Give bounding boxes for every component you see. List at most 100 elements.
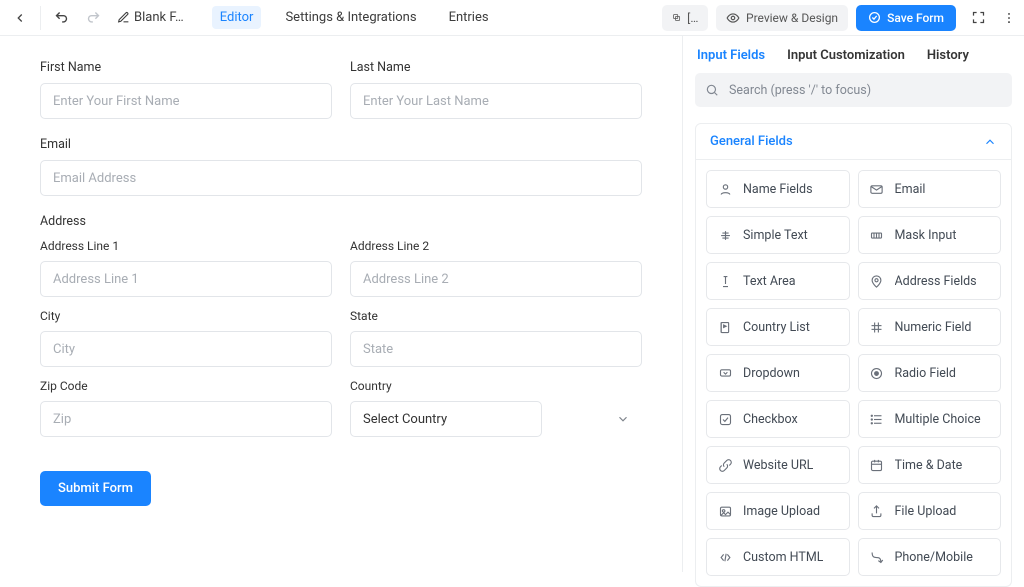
field-label: Checkbox — [743, 412, 798, 427]
addr1-label: Address Line 1 — [40, 239, 332, 253]
field-tile[interactable]: Phone/Mobile — [858, 538, 1002, 576]
field-tile[interactable]: Image Upload — [706, 492, 850, 530]
field-tile[interactable]: Radio Field — [858, 354, 1002, 392]
field-tile[interactable]: Checkbox — [706, 400, 850, 438]
check-circle-icon — [868, 11, 881, 24]
field-tile[interactable]: Time & Date — [858, 446, 1002, 484]
first-name-input[interactable] — [40, 83, 332, 119]
field-tile[interactable]: Dropdown — [706, 354, 850, 392]
chevron-up-icon — [983, 135, 997, 149]
field-tile[interactable]: Mask Input — [858, 216, 1002, 254]
last-name-input[interactable] — [350, 83, 642, 119]
field-label: Numeric Field — [895, 320, 972, 335]
eye-icon — [726, 11, 740, 25]
expand-icon — [971, 10, 986, 25]
zip-input[interactable] — [40, 401, 332, 437]
field-tile[interactable]: File Upload — [858, 492, 1002, 530]
form-title[interactable]: Blank F… — [111, 10, 190, 25]
shortcode-button[interactable]: [f… — [662, 5, 708, 31]
addr2-input[interactable] — [350, 261, 642, 297]
hash-icon — [869, 319, 885, 335]
chevron-left-icon — [13, 11, 27, 25]
search-input[interactable] — [695, 73, 1012, 107]
address-section: Address — [40, 214, 642, 229]
field-label: Text Area — [743, 274, 796, 289]
save-button[interactable]: Save Form — [856, 5, 956, 31]
field-label: Image Upload — [743, 504, 820, 519]
email-input[interactable] — [40, 160, 642, 196]
radio-icon — [869, 365, 885, 381]
last-name-label: Last Name — [350, 60, 642, 75]
field-tile[interactable]: Address Fields — [858, 262, 1002, 300]
submit-button[interactable]: Submit Form — [40, 471, 151, 506]
field-label: Custom HTML — [743, 550, 823, 565]
flag-icon — [717, 319, 733, 335]
shortcode-label: [f… — [687, 11, 698, 25]
save-label: Save Form — [887, 11, 944, 25]
general-fields-title: General Fields — [710, 134, 793, 149]
undo-button[interactable] — [47, 4, 75, 32]
tab-editor[interactable]: Editor — [212, 6, 262, 29]
field-label: Address Fields — [895, 274, 977, 289]
checkbox-icon — [717, 411, 733, 427]
field-label: Mask Input — [895, 228, 957, 243]
tab-entries[interactable]: Entries — [441, 6, 497, 29]
mask-icon — [869, 227, 885, 243]
upload-icon — [869, 503, 885, 519]
field-tile[interactable]: Country List — [706, 308, 850, 346]
copy-icon — [672, 11, 681, 24]
field-label: Country List — [743, 320, 810, 335]
city-label: City — [40, 309, 332, 323]
form-title-text: Blank F… — [134, 10, 184, 25]
preview-button[interactable]: Preview & Design — [716, 5, 848, 31]
tab-settings[interactable]: Settings & Integrations — [277, 6, 424, 29]
state-input[interactable] — [350, 331, 642, 367]
pencil-icon — [117, 11, 130, 24]
field-label: Email — [895, 182, 926, 197]
field-label: Name Fields — [743, 182, 813, 197]
field-tile[interactable]: Numeric Field — [858, 308, 1002, 346]
field-label: Website URL — [743, 458, 813, 473]
mail-icon — [869, 181, 885, 197]
calendar-icon — [869, 457, 885, 473]
addr1-input[interactable] — [40, 261, 332, 297]
field-tile[interactable]: Simple Text — [706, 216, 850, 254]
redo-icon — [86, 10, 101, 25]
side-tab-history[interactable]: History — [927, 48, 969, 63]
field-tile[interactable]: Text Area — [706, 262, 850, 300]
field-label: Radio Field — [895, 366, 957, 381]
field-label: Simple Text — [743, 228, 808, 243]
link-icon — [717, 457, 733, 473]
general-fields-header[interactable]: General Fields — [695, 123, 1012, 160]
more-vertical-icon — [1002, 11, 1016, 25]
field-tile[interactable]: Custom HTML — [706, 538, 850, 576]
text-icon — [717, 227, 733, 243]
side-tab-fields[interactable]: Input Fields — [697, 48, 765, 63]
user-icon — [717, 181, 733, 197]
chevron-down-icon — [616, 412, 630, 426]
pin-icon — [869, 273, 885, 289]
country-select[interactable] — [350, 401, 542, 437]
email-label: Email — [40, 137, 642, 152]
side-tab-customization[interactable]: Input Customization — [787, 48, 905, 63]
field-tile[interactable]: Multiple Choice — [858, 400, 1002, 438]
addr2-label: Address Line 2 — [350, 239, 642, 253]
search-icon — [705, 83, 719, 97]
more-button[interactable] — [1000, 4, 1018, 32]
form-canvas[interactable]: First Name Last Name Email Address Addre… — [0, 36, 682, 572]
field-tile[interactable]: Name Fields — [706, 170, 850, 208]
redo-button[interactable] — [79, 4, 107, 32]
preview-label: Preview & Design — [746, 11, 838, 25]
fullscreen-button[interactable] — [964, 4, 992, 32]
field-tile[interactable]: Website URL — [706, 446, 850, 484]
field-label: Dropdown — [743, 366, 800, 381]
first-name-label: First Name — [40, 60, 332, 75]
back-button[interactable] — [6, 4, 34, 32]
field-tile[interactable]: Email — [858, 170, 1002, 208]
textarea-icon — [717, 273, 733, 289]
country-label: Country — [350, 379, 642, 393]
phone-icon — [869, 549, 885, 565]
undo-icon — [54, 10, 69, 25]
list-icon — [869, 411, 885, 427]
city-input[interactable] — [40, 331, 332, 367]
